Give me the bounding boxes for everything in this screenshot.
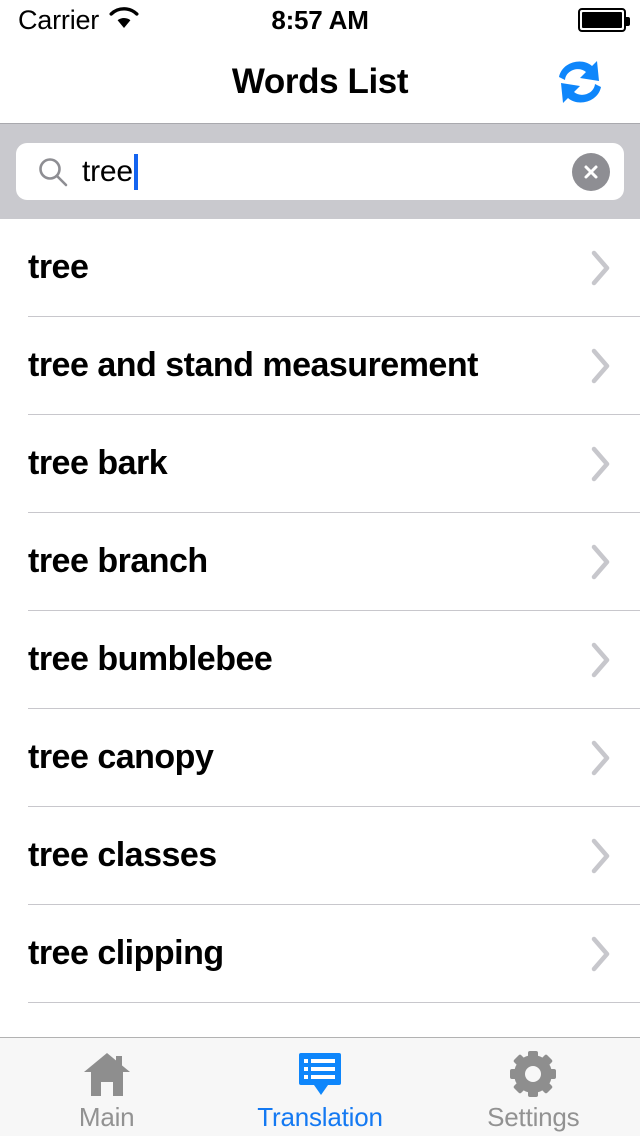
tab-translation[interactable]: Translation [213,1038,426,1136]
gear-icon [503,1048,563,1100]
list-item-label: tree bark [28,444,168,483]
home-house-icon [77,1048,137,1100]
search-magnifier-icon [36,155,70,189]
chevron-right-icon [582,441,612,487]
tab-label: Settings [487,1102,580,1132]
words-list[interactable]: tree tree and stand measurement tree bar… [0,219,640,1037]
battery-full-icon [578,8,630,32]
chevron-right-icon [582,343,612,389]
tab-settings[interactable]: Settings [427,1038,640,1136]
swap-refresh-arrows-icon[interactable] [544,46,616,118]
search-input[interactable]: tree [16,143,624,200]
list-item-label: tree branch [28,542,208,581]
table-row[interactable]: tree branch [0,513,640,611]
table-row[interactable]: tree and stand measurement [0,317,640,415]
speech-list-icon [290,1048,350,1100]
tab-main[interactable]: Main [0,1038,213,1136]
table-row[interactable]: tree classes [0,807,640,905]
tab-label: Translation [257,1102,383,1132]
text-cursor [133,153,138,190]
list-item-label: tree clipping [28,934,224,973]
list-item-label: tree and stand measurement [28,346,478,385]
status-bar: Carrier 8:57 AM [0,0,640,40]
chevron-right-icon [582,931,612,977]
tab-label: Main [78,1102,135,1132]
list-item-label: tree bumblebee [28,640,273,679]
chevron-right-icon [582,735,612,781]
search-bar-container: tree [0,124,640,219]
search-input-value: tree [82,154,133,188]
status-bar-time: 8:57 AM [271,4,369,35]
app-screen: Carrier 8:57 AM Words List tree tree tre… [0,0,640,1136]
chevron-right-icon [582,833,612,879]
search-input-text-wrapper: tree [82,143,564,200]
list-item-label: tree classes [28,836,217,875]
list-item-label: tree canopy [28,738,214,777]
navigation-bar: Words List [0,40,640,124]
chevron-right-icon [582,539,612,585]
table-row[interactable]: tree canopy [0,709,640,807]
table-row[interactable]: tree bark [0,415,640,513]
tab-bar: Main Translation Settings [0,1037,640,1136]
chevron-right-icon [582,245,612,291]
table-row[interactable]: tree bumblebee [0,611,640,709]
list-item-label: tree [28,248,89,287]
status-bar-right [578,0,630,40]
chevron-right-icon [582,637,612,683]
clear-circle-x-icon[interactable] [572,152,610,191]
page-title: Words List [231,61,409,101]
table-row[interactable]: tree [0,219,640,317]
table-row[interactable]: tree clipping [0,905,640,1003]
